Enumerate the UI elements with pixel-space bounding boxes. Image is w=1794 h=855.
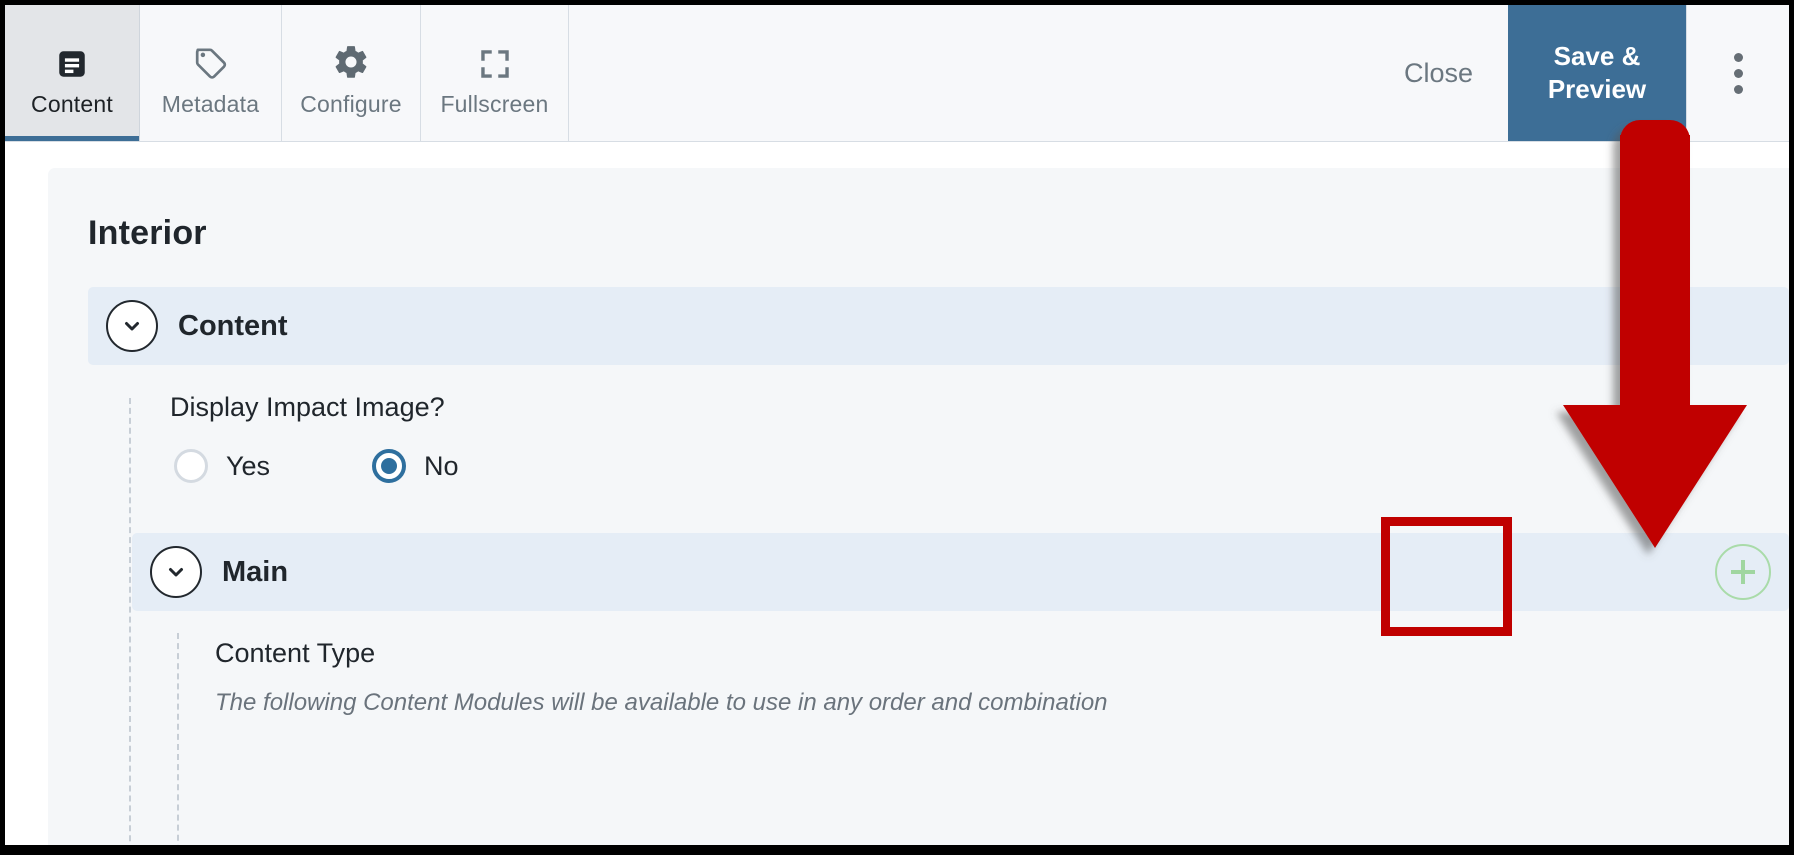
expand-icon — [478, 29, 512, 81]
section-content-label: Content — [178, 309, 288, 342]
gear-icon — [332, 29, 370, 81]
radio-dot-selected — [372, 449, 407, 483]
nesting-guide-line — [129, 398, 131, 845]
radio-option-yes-label: Yes — [226, 450, 271, 481]
tag-icon — [193, 29, 229, 81]
radio-option-no-label: No — [424, 450, 459, 481]
close-button[interactable]: Close — [1378, 5, 1499, 141]
content-type-label: Content Type — [215, 638, 376, 668]
section-header-main[interactable]: Main — [132, 533, 1789, 611]
top-toolbar: Content Metadata Configure Fullscreen Cl… — [5, 5, 1789, 142]
tab-content[interactable]: Content — [5, 5, 140, 141]
page-title: Interior — [88, 214, 207, 252]
document-lines-icon — [55, 29, 89, 81]
add-module-button[interactable] — [1715, 544, 1771, 600]
chevron-down-icon[interactable] — [106, 300, 158, 352]
display-impact-image-radio-group: Yes No — [174, 449, 459, 483]
display-impact-image-label: Display Impact Image? — [170, 392, 445, 422]
section-main-label: Main — [222, 555, 289, 588]
radio-option-no[interactable]: No — [372, 449, 459, 483]
content-type-helper-text: The following Content Modules will be av… — [215, 689, 1108, 716]
section-header-content[interactable]: Content — [88, 287, 1789, 365]
tab-configure-label: Configure — [300, 90, 402, 117]
kebab-dot — [1734, 84, 1743, 94]
tab-configure[interactable]: Configure — [282, 5, 421, 141]
tab-metadata[interactable]: Metadata — [140, 5, 282, 141]
editor-body: Interior Content Display Impact Image? Y… — [5, 142, 1789, 845]
radio-dot — [174, 449, 208, 483]
app-window: Content Metadata Configure Fullscreen Cl… — [5, 5, 1789, 845]
tab-metadata-label: Metadata — [161, 90, 260, 117]
kebab-dot — [1734, 52, 1743, 62]
form-card: Interior Content Display Impact Image? Y… — [48, 168, 1789, 845]
save-and-preview-button[interactable]: Save & Preview — [1508, 5, 1686, 141]
tab-fullscreen[interactable]: Fullscreen — [421, 5, 569, 141]
nesting-guide-line — [177, 633, 179, 845]
kebab-dot — [1734, 68, 1743, 78]
radio-option-yes[interactable]: Yes — [174, 449, 270, 483]
tab-content-label: Content — [31, 90, 113, 117]
overflow-menu-button[interactable] — [1686, 5, 1789, 141]
tab-fullscreen-label: Fullscreen — [440, 90, 549, 117]
chevron-down-icon[interactable] — [150, 546, 202, 598]
